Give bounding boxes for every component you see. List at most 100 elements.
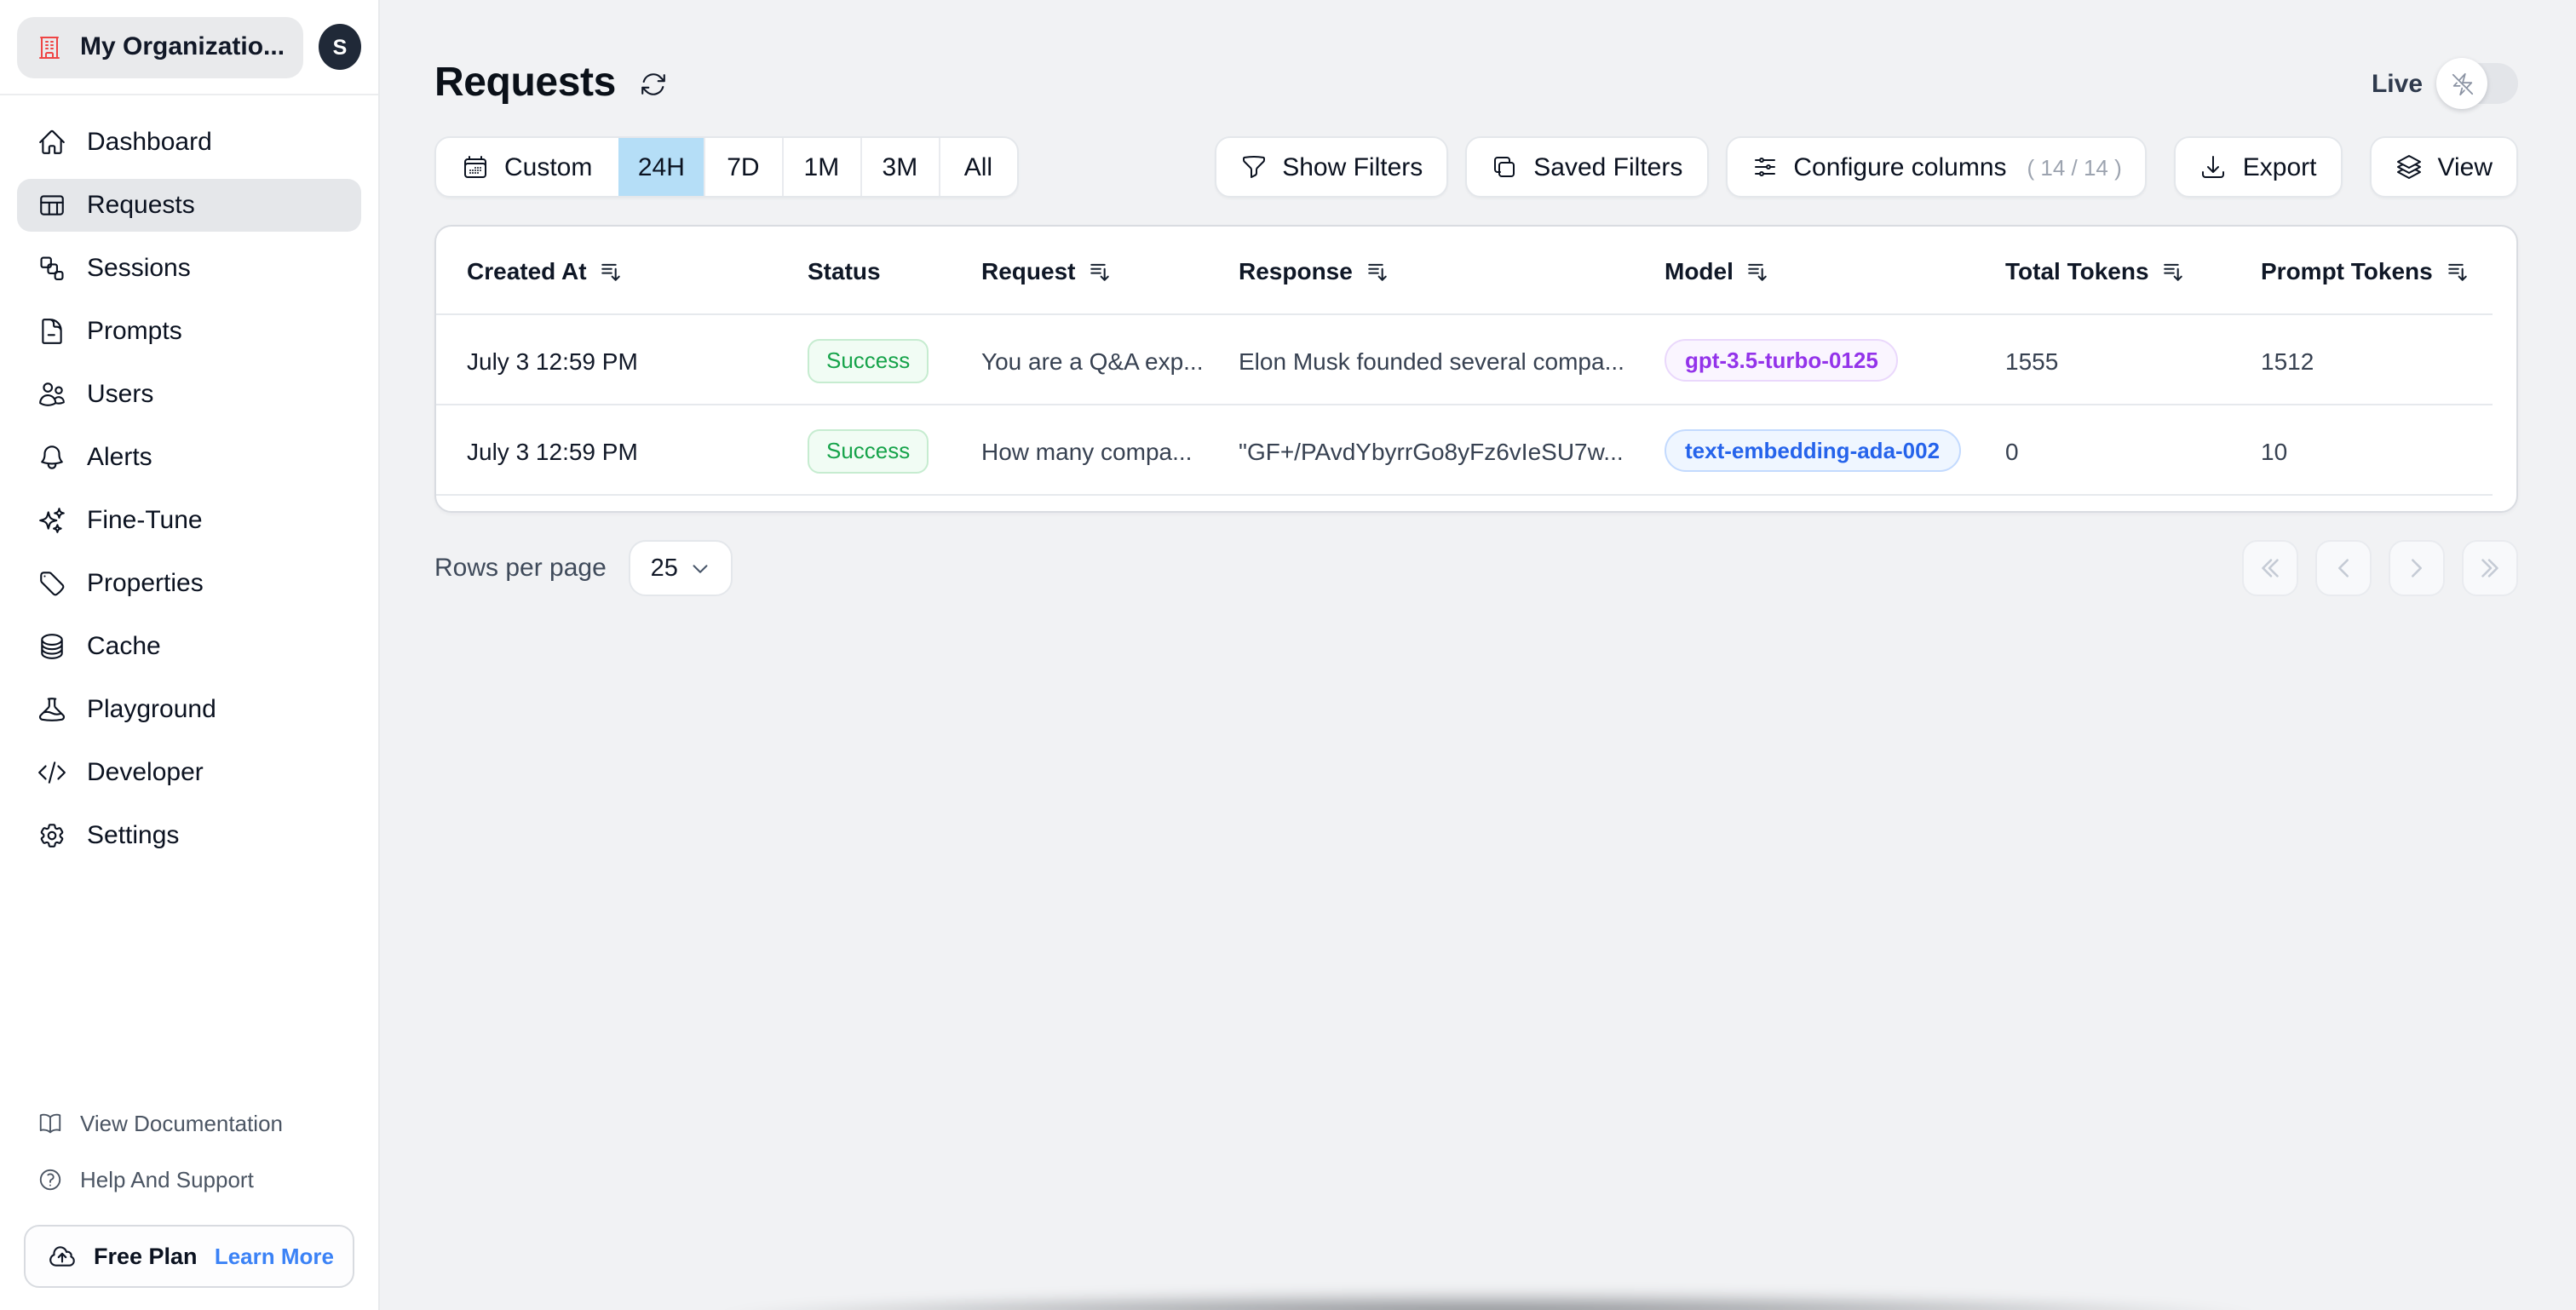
sidebar-item-cache[interactable]: Cache	[17, 620, 361, 673]
sparkles-icon	[37, 506, 66, 535]
time-range-7d[interactable]: 7D	[703, 138, 781, 196]
view-button[interactable]: View	[2369, 136, 2518, 198]
sort-icon[interactable]	[1747, 260, 1769, 282]
sidebar-nav: Dashboard Requests Sessions Prompts User…	[0, 95, 378, 872]
column-header-created-at[interactable]: Created At	[467, 257, 808, 284]
column-header-request[interactable]: Request	[981, 257, 1239, 284]
sort-icon[interactable]	[1366, 260, 1389, 282]
cell-status: Success	[808, 428, 981, 473]
time-range-24h[interactable]: 24H	[618, 138, 704, 196]
model-badge[interactable]: gpt-3.5-turbo-0125	[1665, 339, 1899, 382]
sort-icon[interactable]	[2163, 260, 2185, 282]
first-page-button[interactable]	[2242, 540, 2298, 596]
sidebar-item-label: Sessions	[87, 254, 191, 283]
sort-icon[interactable]	[601, 260, 623, 282]
time-range-all[interactable]: All	[938, 138, 1016, 196]
previous-page-button[interactable]	[2315, 540, 2372, 596]
sidebar-item-label: Users	[87, 380, 154, 409]
beaker-icon	[37, 695, 66, 724]
database-icon	[37, 632, 66, 661]
sidebar-item-users[interactable]: Users	[17, 368, 361, 421]
sidebar-item-playground[interactable]: Playground	[17, 683, 361, 736]
last-page-button[interactable]	[2462, 540, 2518, 596]
download-icon	[2200, 153, 2228, 181]
refresh-icon[interactable]	[640, 69, 669, 98]
toolbar-actions: Show Filters Saved Filters Configure col…	[1214, 136, 2518, 198]
table-row[interactable]: July 3 12:59 PM Success How many compa..…	[436, 405, 2516, 496]
cell-prompt-tokens: 1512	[2261, 347, 2314, 374]
sidebar-item-label: Dashboard	[87, 128, 212, 157]
next-page-button[interactable]	[2389, 540, 2445, 596]
export-label: Export	[2242, 152, 2317, 181]
cell-response: Elon Musk founded several compa...	[1239, 347, 1624, 374]
sidebar-item-properties[interactable]: Properties	[17, 557, 361, 610]
view-documentation-link[interactable]: View Documentation	[17, 1100, 361, 1145]
pagination-controls	[2242, 540, 2518, 596]
document-icon	[37, 317, 66, 346]
rows-per-page-select[interactable]: 25	[628, 540, 733, 596]
help-support-link[interactable]: Help And Support	[17, 1157, 361, 1201]
requests-table: Created At Status Request Response Model	[434, 225, 2518, 513]
home-icon	[37, 128, 66, 157]
time-range-3m[interactable]: 3M	[860, 138, 938, 196]
question-circle-icon	[37, 1166, 63, 1192]
cell-model: gpt-3.5-turbo-0125	[1665, 339, 2005, 382]
sidebar-item-requests[interactable]: Requests	[17, 179, 361, 232]
export-button[interactable]: Export	[2174, 136, 2343, 198]
live-label: Live	[2371, 69, 2423, 98]
app-window: My Organizatio... S Dashboard Requests S…	[0, 0, 2576, 1310]
bell-icon	[37, 443, 66, 472]
sidebar-item-settings[interactable]: Settings	[17, 809, 361, 862]
book-open-icon	[37, 1110, 63, 1135]
show-filters-button[interactable]: Show Filters	[1214, 136, 1449, 198]
sidebar-item-label: Playground	[87, 695, 216, 724]
configure-columns-count: ( 14 / 14 )	[2027, 154, 2122, 180]
main-content: Requests Live Custom 24H 7D 1M 3M All Sh…	[382, 0, 2576, 1310]
custom-label: Custom	[504, 152, 593, 181]
sidebar-item-alerts[interactable]: Alerts	[17, 431, 361, 484]
gear-icon	[37, 821, 66, 850]
sidebar-item-fine-tune[interactable]: Fine-Tune	[17, 494, 361, 547]
sidebar-item-developer[interactable]: Developer	[17, 746, 361, 799]
saved-filters-button[interactable]: Saved Filters	[1465, 136, 1709, 198]
plan-banner[interactable]: Free Plan Learn More	[24, 1225, 354, 1288]
learn-more-link[interactable]: Learn More	[215, 1244, 334, 1269]
table-row[interactable]: July 3 12:59 PM Success You are a Q&A ex…	[436, 315, 2516, 405]
sort-icon[interactable]	[2447, 260, 2469, 282]
table-icon	[37, 191, 66, 220]
tag-icon	[37, 569, 66, 598]
cell-created-at: July 3 12:59 PM	[467, 347, 638, 374]
chevron-left-icon	[2331, 555, 2356, 581]
column-header-prompt-tokens[interactable]: Prompt Tokens	[2261, 257, 2493, 284]
calendar-icon	[462, 153, 489, 181]
chevrons-right-icon	[2477, 555, 2503, 581]
chevrons-left-icon	[2257, 555, 2283, 581]
status-badge: Success	[808, 428, 929, 473]
column-header-total-tokens[interactable]: Total Tokens	[2005, 257, 2261, 284]
building-icon	[36, 33, 63, 60]
org-selector[interactable]: My Organizatio...	[17, 16, 304, 78]
time-range-1m[interactable]: 1M	[781, 138, 860, 196]
plan-label: Free Plan	[94, 1244, 198, 1269]
sort-icon[interactable]	[1089, 260, 1111, 282]
avatar[interactable]: S	[319, 24, 361, 70]
cloud-upload-icon	[48, 1242, 77, 1271]
column-header-response[interactable]: Response	[1239, 257, 1665, 284]
live-toggle-knob[interactable]	[2436, 58, 2487, 109]
sidebar-item-label: Prompts	[87, 317, 182, 346]
column-header-model[interactable]: Model	[1665, 257, 2005, 284]
column-header-status[interactable]: Status	[808, 257, 981, 284]
funnel-icon	[1239, 153, 1267, 181]
page-header: Requests Live	[434, 58, 2518, 109]
view-documentation-label: View Documentation	[80, 1110, 283, 1135]
time-range-custom-button[interactable]: Custom	[436, 138, 618, 196]
sidebar-item-sessions[interactable]: Sessions	[17, 242, 361, 295]
sidebar-item-prompts[interactable]: Prompts	[17, 305, 361, 358]
sidebar-item-label: Requests	[87, 191, 195, 220]
sidebar-item-dashboard[interactable]: Dashboard	[17, 116, 361, 169]
live-toggle[interactable]	[2436, 58, 2518, 109]
time-range-selector: Custom 24H 7D 1M 3M All	[434, 136, 1019, 198]
page-title: Requests	[434, 60, 616, 106]
model-badge[interactable]: text-embedding-ada-002	[1665, 429, 1961, 472]
configure-columns-button[interactable]: Configure columns ( 14 / 14 )	[1725, 136, 2148, 198]
